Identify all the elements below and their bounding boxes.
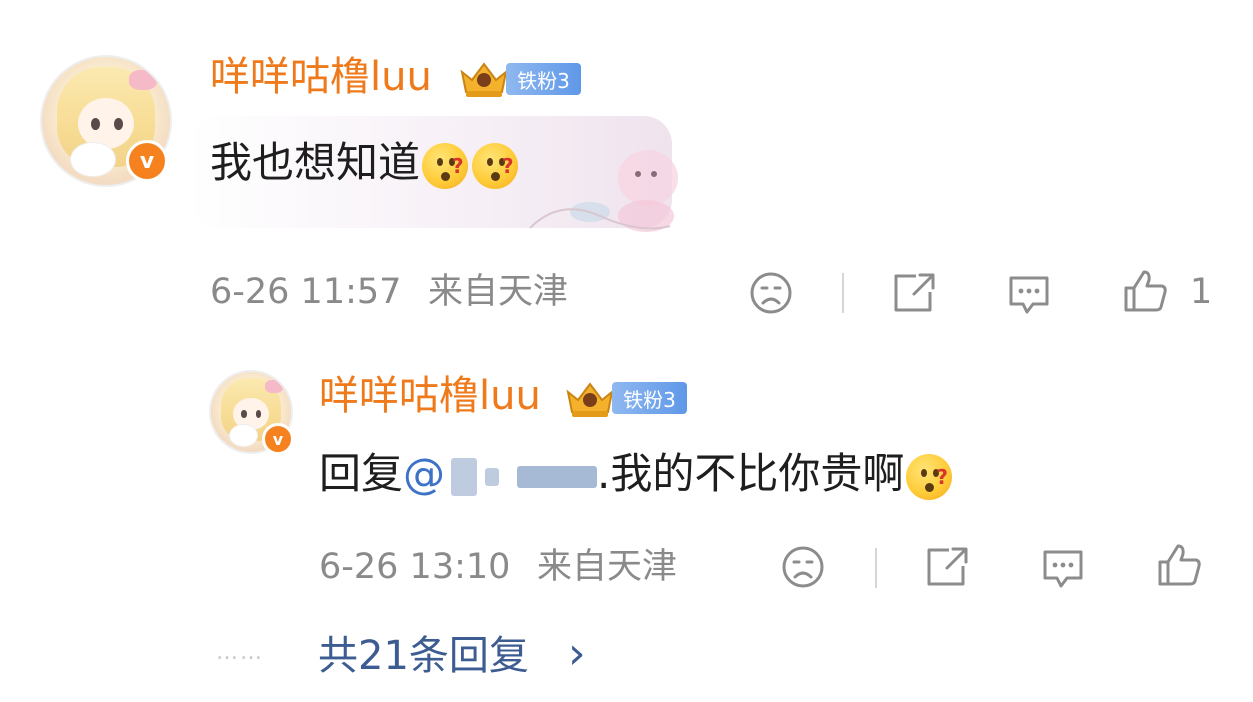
reply-time: 6-26 13:10 bbox=[319, 547, 511, 587]
bubble-decoration-icon bbox=[529, 150, 678, 232]
crown-icon bbox=[566, 382, 614, 417]
comment-time: 6-26 11:57 bbox=[210, 272, 402, 312]
share-icon[interactable] bbox=[890, 270, 938, 316]
comment-location: 来自天津 bbox=[428, 272, 569, 312]
like-icon[interactable] bbox=[1154, 542, 1204, 590]
more-replies-link[interactable]: 共21条回复 bbox=[318, 632, 529, 680]
like-icon[interactable] bbox=[1120, 268, 1170, 316]
comment-text: 我也想知道 ? ? bbox=[210, 136, 519, 190]
fan-badge[interactable]: 铁粉3 bbox=[612, 382, 687, 414]
dislike-icon[interactable] bbox=[780, 544, 826, 590]
username[interactable]: 咩咩咕橹luu bbox=[210, 54, 432, 100]
reply-location: 来自天津 bbox=[537, 547, 678, 587]
confused-emoji-icon: ? bbox=[906, 453, 953, 500]
username[interactable]: 咩咩咕橹luu bbox=[319, 373, 541, 419]
confused-emoji-icon: ? bbox=[472, 142, 519, 189]
comment-content: 我也想知道 bbox=[210, 138, 421, 187]
divider bbox=[842, 273, 844, 313]
comment-icon[interactable] bbox=[1005, 270, 1053, 318]
like-count: 1 bbox=[1190, 272, 1213, 312]
confused-emoji-icon: ? bbox=[422, 142, 469, 189]
reply-content: .我的不比你贵啊 bbox=[597, 449, 905, 498]
reply-prefix: 回复 bbox=[319, 449, 404, 498]
verified-icon: v bbox=[262, 423, 294, 455]
redacted-username bbox=[517, 465, 598, 488]
dislike-icon[interactable] bbox=[748, 270, 794, 316]
crown-icon bbox=[460, 62, 508, 97]
mention-link[interactable]: @ bbox=[403, 449, 598, 498]
dotted-line: …… bbox=[216, 640, 264, 665]
reply-text: 回复@ .我的不比你贵啊 ? bbox=[319, 447, 953, 501]
chevron-right-icon[interactable]: › bbox=[568, 628, 586, 680]
fan-badge[interactable]: 铁粉3 bbox=[506, 63, 581, 95]
share-icon[interactable] bbox=[923, 544, 971, 590]
verified-icon: v bbox=[126, 140, 168, 182]
comment-icon[interactable] bbox=[1039, 544, 1087, 592]
redacted-username bbox=[451, 457, 478, 496]
divider bbox=[875, 548, 877, 588]
redacted-username bbox=[485, 467, 500, 486]
